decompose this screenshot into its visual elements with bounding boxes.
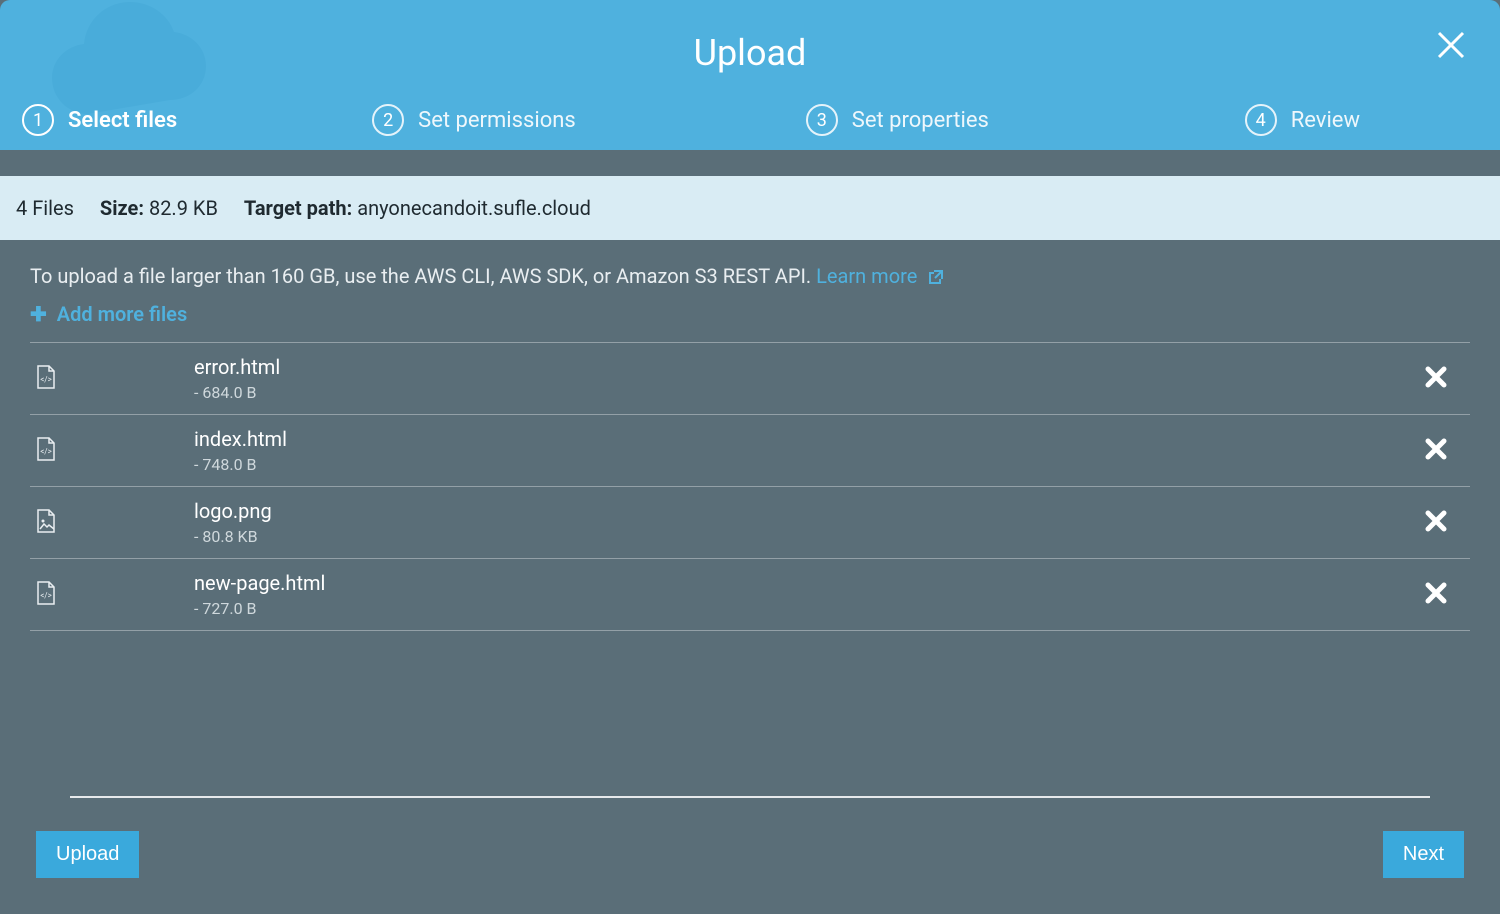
step-label: Set permissions bbox=[418, 108, 576, 133]
upload-button[interactable]: Upload bbox=[36, 831, 139, 878]
file-count: 4 Files bbox=[16, 196, 74, 220]
next-button[interactable]: Next bbox=[1383, 831, 1464, 878]
hint-text: To upload a file larger than 160 GB, use… bbox=[30, 264, 816, 288]
plus-icon: ✚ bbox=[30, 302, 47, 326]
svg-text:</>: </> bbox=[40, 447, 52, 456]
step-set-properties[interactable]: 3 Set properties bbox=[806, 104, 989, 136]
file-row: </> error.html - 684.0 B bbox=[30, 343, 1470, 415]
upload-header: Upload 1 Select files 2 Set permissions … bbox=[0, 0, 1500, 150]
file-name: logo.png bbox=[194, 499, 1406, 523]
file-code-icon: </> bbox=[34, 365, 194, 393]
remove-file-button[interactable] bbox=[1406, 582, 1466, 608]
add-more-label: Add more files bbox=[57, 302, 187, 326]
svg-text:</>: </> bbox=[40, 375, 52, 384]
footer-divider bbox=[70, 796, 1430, 798]
remove-icon bbox=[1425, 366, 1447, 388]
step-label: Select files bbox=[68, 108, 177, 133]
file-code-icon: </> bbox=[34, 581, 194, 609]
step-number: 1 bbox=[22, 104, 54, 136]
modal-title: Upload bbox=[0, 0, 1500, 74]
file-row: logo.png - 80.8 KB bbox=[30, 487, 1470, 559]
file-name: index.html bbox=[194, 427, 1406, 451]
step-number: 2 bbox=[372, 104, 404, 136]
remove-file-button[interactable] bbox=[1406, 438, 1466, 464]
file-size: - 727.0 B bbox=[194, 599, 1406, 618]
remove-file-button[interactable] bbox=[1406, 366, 1466, 392]
file-info: index.html - 748.0 B bbox=[194, 427, 1406, 474]
add-more-files-button[interactable]: ✚ Add more files bbox=[30, 302, 187, 326]
file-image-icon bbox=[34, 509, 194, 537]
step-review[interactable]: 4 Review bbox=[1245, 104, 1360, 136]
file-list: </> error.html - 684.0 B </> index.html … bbox=[30, 342, 1470, 631]
wizard-steps: 1 Select files 2 Set permissions 3 Set p… bbox=[0, 104, 1500, 136]
step-label: Review bbox=[1291, 108, 1360, 133]
learn-more-label: Learn more bbox=[816, 264, 917, 288]
file-size: - 80.8 KB bbox=[194, 527, 1406, 546]
close-button[interactable] bbox=[1436, 30, 1466, 64]
step-set-permissions[interactable]: 2 Set permissions bbox=[372, 104, 576, 136]
content-area: To upload a file larger than 160 GB, use… bbox=[0, 240, 1500, 631]
close-icon bbox=[1436, 30, 1466, 60]
file-info: new-page.html - 727.0 B bbox=[194, 571, 1406, 618]
footer: Upload Next bbox=[0, 818, 1500, 914]
file-row: </> new-page.html - 727.0 B bbox=[30, 559, 1470, 631]
step-select-files[interactable]: 1 Select files bbox=[22, 104, 177, 136]
remove-file-button[interactable] bbox=[1406, 510, 1466, 536]
file-info: logo.png - 80.8 KB bbox=[194, 499, 1406, 546]
file-row: </> index.html - 748.0 B bbox=[30, 415, 1470, 487]
external-link-icon bbox=[928, 266, 944, 290]
header-gap bbox=[0, 150, 1500, 176]
file-info: error.html - 684.0 B bbox=[194, 355, 1406, 402]
remove-icon bbox=[1425, 510, 1447, 532]
summary-bar: 4 Files Size: 82.9 KB Target path: anyon… bbox=[0, 176, 1500, 240]
target-path-value: anyonecandoit.sufle.cloud bbox=[357, 196, 591, 220]
learn-more-link[interactable]: Learn more bbox=[816, 264, 944, 288]
step-label: Set properties bbox=[852, 108, 989, 133]
file-name: error.html bbox=[194, 355, 1406, 379]
upload-size-hint: To upload a file larger than 160 GB, use… bbox=[30, 264, 1470, 290]
file-size: - 748.0 B bbox=[194, 455, 1406, 474]
file-size: - 684.0 B bbox=[194, 383, 1406, 402]
remove-icon bbox=[1425, 582, 1447, 604]
size-label: Size: bbox=[100, 196, 144, 220]
target-path-label: Target path: bbox=[244, 196, 352, 220]
file-name: new-page.html bbox=[194, 571, 1406, 595]
step-number: 4 bbox=[1245, 104, 1277, 136]
size-value: 82.9 KB bbox=[149, 196, 218, 220]
svg-text:</>: </> bbox=[40, 591, 52, 600]
remove-icon bbox=[1425, 438, 1447, 460]
step-number: 3 bbox=[806, 104, 838, 136]
file-code-icon: </> bbox=[34, 437, 194, 465]
